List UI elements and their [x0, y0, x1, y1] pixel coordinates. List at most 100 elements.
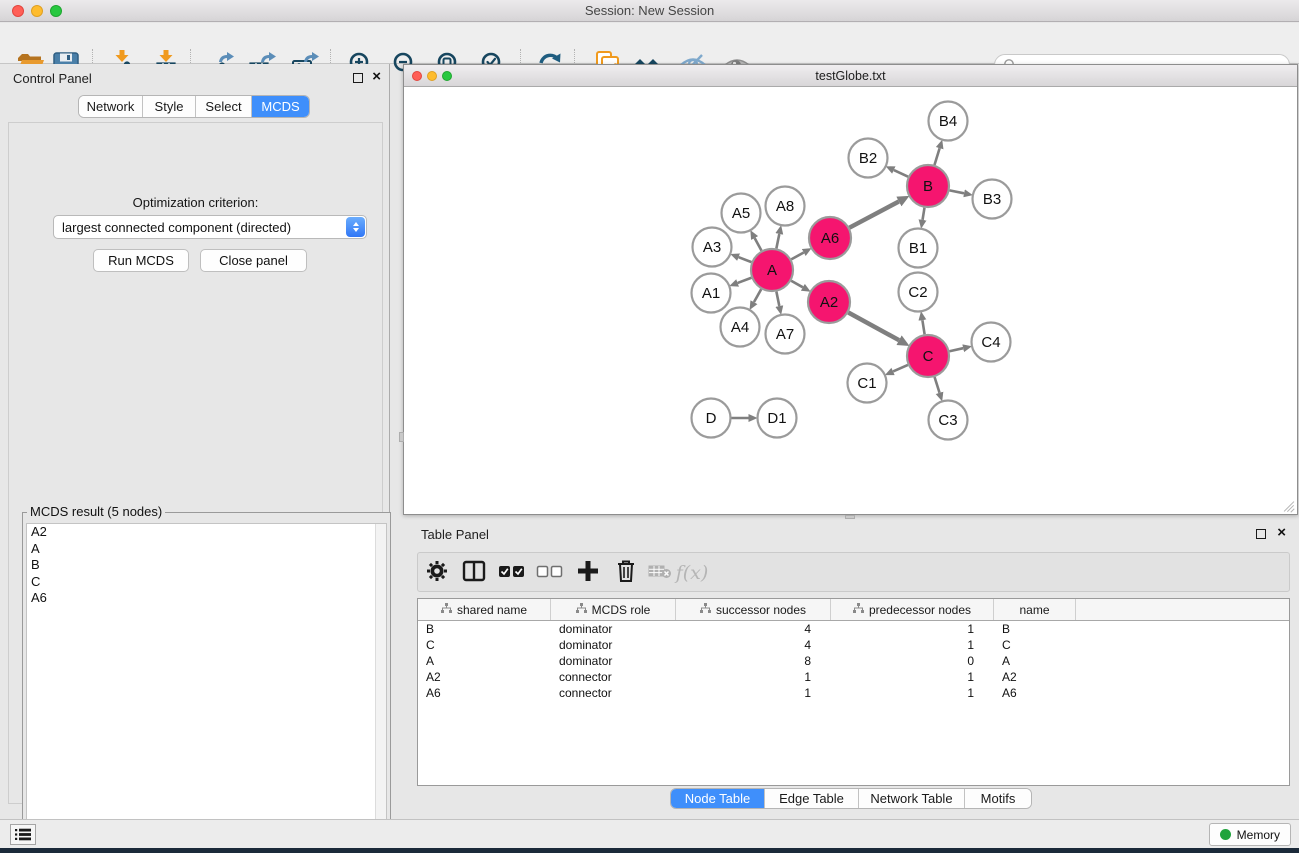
task-history-button[interactable] — [10, 824, 36, 845]
table-row[interactable]: Adominator80A — [418, 653, 1289, 669]
column-type-icon — [700, 603, 711, 617]
float-table-panel-icon[interactable] — [1256, 529, 1266, 539]
tab-style[interactable]: Style — [143, 96, 196, 117]
graph-edge[interactable] — [923, 208, 925, 220]
graph-node-B[interactable]: B — [907, 165, 949, 207]
show-columns-button[interactable] — [458, 557, 490, 589]
graph-edge[interactable] — [776, 234, 779, 249]
graph-edge[interactable] — [894, 170, 908, 177]
table-row[interactable]: Bdominator41B — [418, 621, 1289, 637]
function-builder-icon: f(x) — [676, 562, 709, 584]
table-cell: A6 — [994, 685, 1076, 701]
graph-node-D1[interactable]: D1 — [758, 399, 797, 438]
graph-node-A7[interactable]: A7 — [766, 315, 805, 354]
graph-edge[interactable] — [949, 348, 963, 351]
memory-button[interactable]: Memory — [1209, 823, 1291, 846]
table-options-gear-button[interactable] — [421, 557, 453, 589]
tab-mcds[interactable]: MCDS — [252, 96, 309, 117]
graph-edge[interactable] — [738, 278, 752, 283]
graph-node-B4[interactable]: B4 — [929, 102, 968, 141]
graph-node-B3[interactable]: B3 — [973, 180, 1012, 219]
graph-node-A2[interactable]: A2 — [808, 281, 850, 323]
run-mcds-button[interactable]: Run MCDS — [93, 249, 189, 272]
table-tab-motifs[interactable]: Motifs — [965, 789, 1031, 808]
float-panel-icon[interactable] — [353, 73, 363, 83]
network-window-titlebar[interactable]: testGlobe.txt — [404, 65, 1297, 87]
table-tab-network-table[interactable]: Network Table — [859, 789, 965, 808]
table-tab-edge-table[interactable]: Edge Table — [765, 789, 859, 808]
horizontal-splitter-grip[interactable] — [845, 515, 855, 519]
graph-node-C2[interactable]: C2 — [899, 273, 938, 312]
graph-node-A[interactable]: A — [751, 249, 793, 291]
network-window-title: testGlobe.txt — [404, 69, 1297, 83]
graph-node-B2[interactable]: B2 — [849, 139, 888, 178]
graph-node-B1[interactable]: B1 — [899, 229, 938, 268]
graph-node-A4[interactable]: A4 — [721, 308, 760, 347]
mcds-result-item[interactable]: B — [27, 557, 386, 574]
table-tab-node-table[interactable]: Node Table — [671, 789, 765, 808]
graph-node-C4[interactable]: C4 — [972, 323, 1011, 362]
add-column-button[interactable] — [572, 557, 604, 589]
graph-edge[interactable] — [791, 281, 803, 288]
table-row[interactable]: A6connector11A6 — [418, 685, 1289, 701]
graph-edge[interactable] — [849, 201, 898, 227]
table-cell: dominator — [551, 653, 676, 669]
mcds-result-item[interactable]: A6 — [27, 590, 386, 607]
graph-node-A6[interactable]: A6 — [809, 217, 851, 259]
table-cell: 1 — [676, 685, 831, 701]
table-header-row: shared nameMCDS rolesuccessor nodesprede… — [418, 599, 1289, 621]
select-all-checkboxes-icon — [498, 558, 526, 589]
mcds-result-item[interactable]: C — [27, 574, 386, 591]
graph-edge[interactable] — [776, 292, 779, 307]
mcds-result-list[interactable]: A2ABCA6 — [26, 523, 387, 853]
table-cell: 1 — [831, 621, 994, 637]
column-header-predecessor-nodes[interactable]: predecessor nodes — [831, 599, 994, 620]
graph-edge[interactable] — [754, 289, 761, 302]
mcds-result-item[interactable]: A — [27, 541, 386, 558]
graph-edge[interactable] — [848, 313, 899, 341]
graph-node-D[interactable]: D — [692, 399, 731, 438]
table-cell: 1 — [831, 637, 994, 653]
column-header-shared-name[interactable]: shared name — [418, 599, 551, 620]
graph-edge[interactable] — [739, 257, 752, 262]
close-panel-icon[interactable]: × — [372, 68, 381, 85]
mcds-result-item[interactable]: A2 — [27, 524, 386, 541]
graph-edge[interactable] — [791, 252, 803, 259]
column-header-successor-nodes[interactable]: successor nodes — [676, 599, 831, 620]
close-panel-button[interactable]: Close panel — [200, 249, 307, 272]
graph-edge[interactable] — [922, 320, 924, 334]
graph-node-A3[interactable]: A3 — [693, 228, 732, 267]
column-header-MCDS-role[interactable]: MCDS role — [551, 599, 676, 620]
table-cell: dominator — [551, 621, 676, 637]
table-cell: 1 — [676, 669, 831, 685]
graph-node-C1[interactable]: C1 — [848, 364, 887, 403]
table-row[interactable]: Cdominator41C — [418, 637, 1289, 653]
delete-column-button[interactable] — [610, 557, 642, 589]
mcds-result-box: MCDS result (5 nodes) A2ABCA6 — [22, 512, 391, 853]
close-table-panel-icon[interactable]: × — [1277, 524, 1286, 541]
table-cell: A2 — [418, 669, 551, 685]
graph-edge[interactable] — [950, 190, 965, 193]
network-canvas[interactable]: B4 B2 B B3 B1 C2 A5A8A6 A3 A A1A4A7A2 C C4 C1 C3 D D1 — [404, 87, 1297, 514]
graph-edge[interactable] — [893, 365, 908, 372]
table-row[interactable]: A2connector11A2 — [418, 669, 1289, 685]
column-header-name[interactable]: name — [994, 599, 1076, 620]
tab-network[interactable]: Network — [79, 96, 143, 117]
graph-edge[interactable] — [755, 238, 762, 251]
table-cell: dominator — [551, 637, 676, 653]
window-resize-grip[interactable] — [1283, 500, 1296, 513]
tab-select[interactable]: Select — [196, 96, 252, 117]
criterion-dropdown[interactable]: largest connected component (directed) — [53, 215, 367, 239]
graph-node-C[interactable]: C — [907, 335, 949, 377]
graph-node-A5[interactable]: A5 — [722, 194, 761, 233]
graph-node-A8[interactable]: A8 — [766, 187, 805, 226]
graph-edge[interactable] — [934, 148, 939, 165]
graph-node-A1[interactable]: A1 — [692, 274, 731, 313]
graph-edge[interactable] — [935, 377, 940, 393]
vertical-splitter-grip[interactable] — [399, 432, 404, 442]
select-all-checkboxes-button[interactable] — [496, 557, 528, 589]
graph-node-C3[interactable]: C3 — [929, 401, 968, 440]
deselect-all-checkboxes-button[interactable] — [534, 557, 566, 589]
mcds-tab-content: Optimization criterion: largest connecte… — [8, 122, 383, 804]
list-scrollbar[interactable] — [375, 524, 386, 853]
